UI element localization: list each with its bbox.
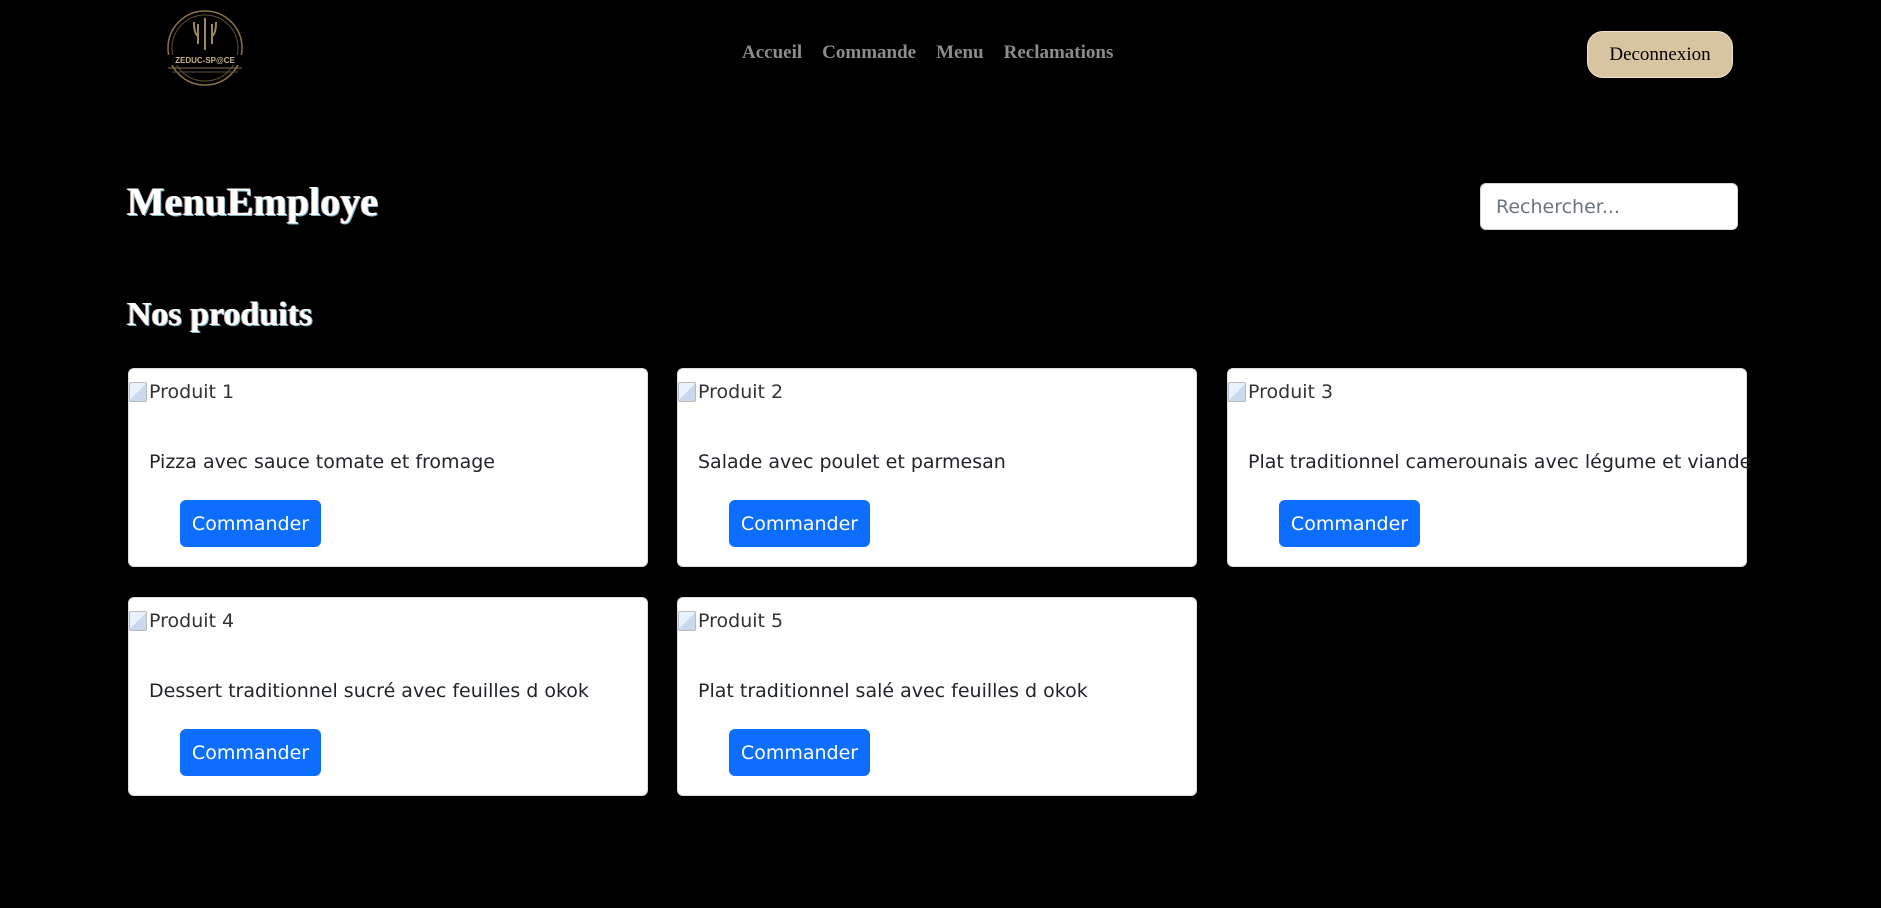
- svg-text:ZEDUC-SP@CE: ZEDUC-SP@CE: [175, 56, 235, 65]
- broken-image-icon: [129, 611, 147, 631]
- top-navbar: ZEDUC-SP@CE Accueil Commande Menu Reclam…: [0, 0, 1881, 110]
- main-nav: Accueil Commande Menu Reclamations: [742, 42, 1113, 64]
- product-image: Produit 5: [678, 610, 783, 632]
- section-title: Nos produits: [127, 296, 313, 333]
- product-card: Produit 3 Plat traditionnel camerounais …: [1227, 368, 1751, 567]
- broken-image-icon: [1228, 382, 1246, 402]
- restaurant-logo[interactable]: ZEDUC-SP@CE: [158, 10, 252, 92]
- order-button[interactable]: Commander: [729, 729, 870, 776]
- order-button[interactable]: Commander: [729, 500, 870, 547]
- product-image: Produit 3: [1228, 381, 1333, 403]
- order-button[interactable]: Commander: [180, 500, 321, 547]
- product-card: Produit 2 Salade avec poulet et parmesan…: [677, 368, 1197, 567]
- logout-button[interactable]: Deconnexion: [1587, 31, 1733, 78]
- product-card: Produit 1 Pizza avec sauce tomate et fro…: [128, 368, 648, 567]
- nav-reclamations[interactable]: Reclamations: [1004, 42, 1114, 64]
- nav-accueil[interactable]: Accueil: [742, 42, 802, 64]
- product-image: Produit 1: [129, 381, 234, 403]
- product-image: Produit 4: [129, 610, 234, 632]
- page-title: MenuEmploye: [127, 179, 379, 224]
- product-description: Plat traditionnel camerounais avec légum…: [1248, 451, 1752, 473]
- search-input[interactable]: [1480, 183, 1738, 230]
- product-card: Produit 4 Dessert traditionnel sucré ave…: [128, 597, 648, 796]
- order-button[interactable]: Commander: [1279, 500, 1420, 547]
- product-card: Produit 5 Plat traditionnel salé avec fe…: [677, 597, 1197, 796]
- product-description: Dessert traditionnel sucré avec feuilles…: [149, 680, 589, 702]
- product-image: Produit 2: [678, 381, 783, 403]
- broken-image-icon: [129, 382, 147, 402]
- broken-image-icon: [678, 611, 696, 631]
- broken-image-icon: [678, 382, 696, 402]
- product-description: Pizza avec sauce tomate et fromage: [149, 451, 495, 473]
- nav-menu[interactable]: Menu: [936, 42, 984, 64]
- product-description: Plat traditionnel salé avec feuilles d o…: [698, 680, 1088, 702]
- nav-commande[interactable]: Commande: [822, 42, 916, 64]
- order-button[interactable]: Commander: [180, 729, 321, 776]
- product-description: Salade avec poulet et parmesan: [698, 451, 1006, 473]
